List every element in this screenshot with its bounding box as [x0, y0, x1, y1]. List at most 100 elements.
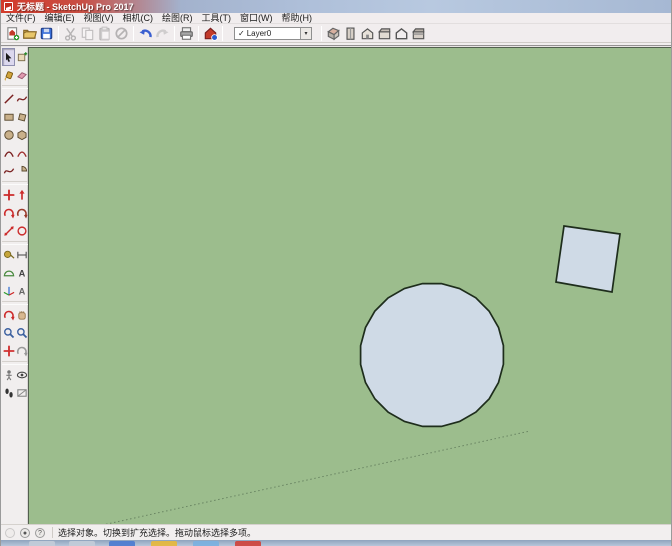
copy-button[interactable] [79, 25, 96, 42]
toolbar-separator [133, 26, 134, 41]
menu-e[interactable]: 编辑(E) [45, 13, 75, 24]
view-back-button[interactable] [410, 25, 427, 42]
view-right-button[interactable] [376, 25, 393, 42]
geolocation-icon[interactable] [5, 528, 15, 538]
layer-dropdown-arrow-icon[interactable]: ▾ [300, 28, 311, 39]
three-d-text-tool[interactable]: A [15, 282, 28, 300]
pie-tool[interactable] [15, 162, 28, 180]
polygon-tool[interactable] [15, 126, 28, 144]
menu-h[interactable]: 帮助(H) [282, 13, 313, 24]
rectangle-tool[interactable] [2, 108, 15, 126]
palette-separator [2, 241, 28, 245]
dimensions-tool[interactable] [15, 246, 28, 264]
layer-combobox-value: Layer0 [247, 29, 300, 38]
follow-me-tool[interactable] [15, 204, 28, 222]
previous-tool[interactable] [15, 342, 28, 360]
palette-separator [2, 181, 28, 185]
walk-tool[interactable] [2, 384, 15, 402]
zoom-window-tool[interactable] [15, 324, 28, 342]
zoom-tool[interactable] [2, 324, 15, 342]
three-point-arc-tool[interactable] [2, 162, 15, 180]
push-pull-tool[interactable] [15, 186, 28, 204]
paste-button[interactable] [96, 25, 113, 42]
undo-button[interactable] [137, 25, 154, 42]
taskbar-app-6[interactable] [235, 541, 261, 546]
menu-w[interactable]: 窗口(W) [240, 13, 273, 24]
view-front-button[interactable] [359, 25, 376, 42]
make-component-tool[interactable] [15, 48, 28, 66]
menu-t[interactable]: 工具(T) [202, 13, 232, 24]
cut-button[interactable] [62, 25, 79, 42]
orbit-tool[interactable] [2, 306, 15, 324]
circle-face [361, 284, 504, 427]
palette-separator [2, 301, 28, 305]
palette-separator [2, 361, 28, 365]
toolbar: ✓ Layer0 ▾ [1, 24, 672, 43]
taskbar-app-1[interactable] [29, 541, 55, 546]
model-info-button[interactable] [202, 25, 219, 42]
eraser-tool[interactable] [15, 66, 28, 84]
toolbar-separator [222, 26, 223, 41]
select-tool[interactable] [2, 48, 15, 66]
tape-measure-tool[interactable] [2, 246, 15, 264]
menu-c[interactable]: 相机(C) [123, 13, 154, 24]
text-tool[interactable]: A [15, 264, 28, 282]
pan-tool[interactable] [15, 306, 28, 324]
menu-r[interactable]: 绘图(R) [162, 13, 193, 24]
svg-text:A: A [18, 287, 25, 297]
paint-bucket-tool[interactable] [2, 66, 15, 84]
offset-tool[interactable] [15, 222, 28, 240]
credits-icon[interactable]: ● [20, 528, 30, 538]
taskbar-app-3[interactable] [109, 541, 135, 546]
freehand-tool[interactable] [15, 90, 28, 108]
toolbar-separator [198, 26, 199, 41]
menu-v[interactable]: 视图(V) [84, 13, 114, 24]
windows-taskbar[interactable] [1, 540, 672, 546]
scale-tool[interactable] [2, 222, 15, 240]
status-message: 选择对象。切换到扩充选择。拖动鼠标选择多项。 [58, 526, 256, 539]
look-around-tool[interactable] [15, 366, 28, 384]
status-bar: ●? 选择对象。切换到扩充选择。拖动鼠标选择多项。 [1, 524, 672, 540]
taskbar-app-2[interactable] [69, 541, 95, 546]
arc-tool[interactable] [2, 144, 15, 162]
print-button[interactable] [178, 25, 195, 42]
view-top-button[interactable] [342, 25, 359, 42]
open-button[interactable] [21, 25, 38, 42]
circle-tool[interactable] [2, 126, 15, 144]
new-button[interactable] [4, 25, 21, 42]
section-plane-tool[interactable] [15, 384, 28, 402]
window-title: 无标题 - SketchUp Pro 2017 [17, 0, 134, 13]
taskbar-app-4[interactable] [151, 541, 177, 546]
axes-tool[interactable] [2, 282, 15, 300]
help-icon[interactable]: ? [35, 528, 45, 538]
save-button[interactable] [38, 25, 55, 42]
square-face [556, 226, 620, 292]
position-camera-tool[interactable] [2, 366, 15, 384]
view-left-button[interactable] [393, 25, 410, 42]
toolbar-separator [174, 26, 175, 41]
sketchup-window: 无标题 - SketchUp Pro 2017 文件(F) 编辑(E) 视图(V) 相… [0, 0, 672, 546]
menu-f[interactable]: 文件(F) [6, 13, 36, 24]
zoom-extents-tool[interactable] [2, 342, 15, 360]
title-bar[interactable]: 无标题 - SketchUp Pro 2017 [1, 0, 672, 13]
drawing-canvas[interactable] [28, 47, 672, 526]
move-tool[interactable] [2, 186, 15, 204]
layer-check-icon: ✓ [238, 29, 245, 38]
rotated-rectangle-tool[interactable] [15, 108, 28, 126]
toolbar-separator [58, 26, 59, 41]
view-iso-button[interactable] [325, 25, 342, 42]
svg-text:A: A [18, 269, 25, 279]
rotate-tool[interactable] [2, 204, 15, 222]
layer-combobox[interactable]: ✓ Layer0 ▾ [234, 27, 312, 40]
erase-button[interactable] [113, 25, 130, 42]
protractor-tool[interactable] [2, 264, 15, 282]
two-point-arc-tool[interactable] [15, 144, 28, 162]
line-tool[interactable] [2, 90, 15, 108]
status-separator [52, 527, 53, 538]
taskbar-app-5[interactable] [193, 541, 219, 546]
axis-guide-line [98, 431, 530, 526]
sketchup-logo-icon [4, 2, 13, 11]
tool-palette: AA [1, 47, 28, 526]
palette-separator [2, 85, 28, 89]
redo-button[interactable] [154, 25, 171, 42]
